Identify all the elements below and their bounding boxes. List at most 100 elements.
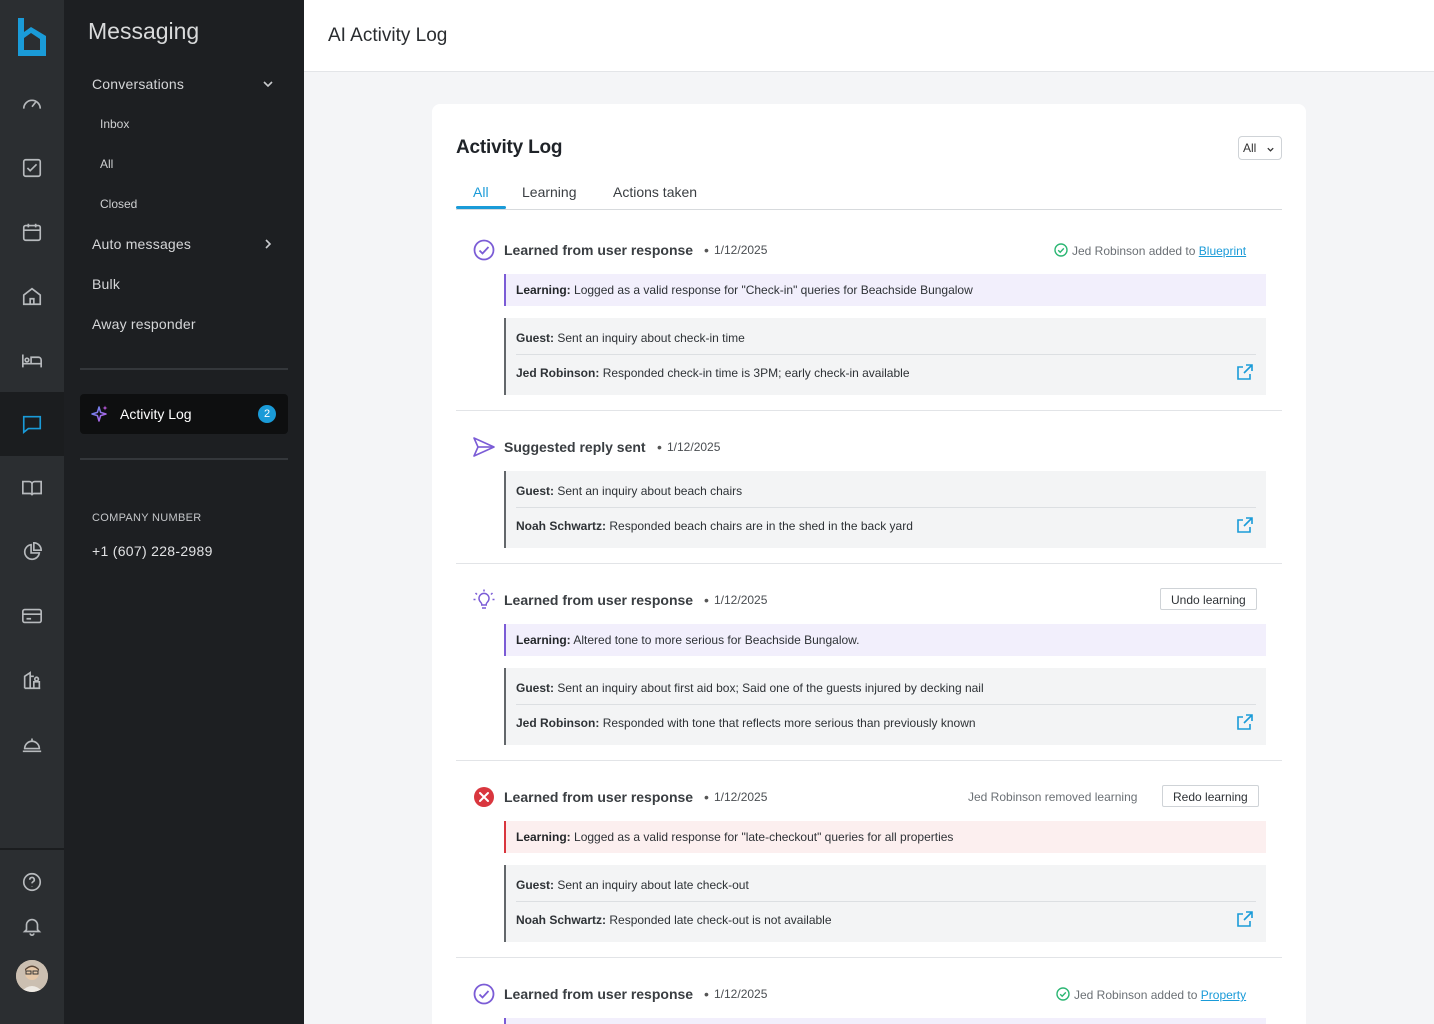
removed-learning-text: Jed Robinson removed learning	[968, 790, 1138, 804]
sidebar-divider	[80, 458, 288, 460]
external-link-icon[interactable]	[1236, 713, 1254, 731]
home-icon[interactable]	[0, 264, 64, 328]
filter-select[interactable]: All	[1238, 136, 1282, 160]
active-tab-indicator	[456, 206, 506, 209]
company-number-label: COMPANY NUMBER	[92, 512, 202, 524]
learning-label: Learning:	[516, 283, 571, 297]
brand-logo[interactable]	[14, 16, 48, 58]
activity-log-card: Activity Log All All Learning Actions ta…	[432, 104, 1306, 1024]
activity-count-badge: 2	[258, 405, 276, 423]
redo-learning-button[interactable]: Redo learning	[1162, 785, 1259, 807]
calendar-icon[interactable]	[0, 200, 64, 264]
entry-separator-dot: •	[657, 439, 662, 455]
entry-separator-dot: •	[704, 789, 709, 805]
conversation-summary: Guest: Sent an inquiry about first aid b…	[504, 668, 1266, 745]
entry-date: 1/12/2025	[667, 440, 721, 454]
conversation-divider	[516, 507, 1256, 508]
chevron-down-icon[interactable]	[262, 78, 274, 90]
property-link[interactable]: Property	[1201, 988, 1246, 1002]
learning-text: Logged as a valid response for "late-che…	[574, 830, 954, 844]
nav-away-responder[interactable]: Away responder	[92, 316, 196, 332]
messaging-icon[interactable]	[0, 392, 64, 456]
meta-text: Jed Robinson added to	[1074, 988, 1198, 1002]
entry-divider	[456, 563, 1282, 564]
page-title: AI Activity Log	[328, 25, 448, 46]
entry-title: Learned from user response	[504, 986, 694, 1002]
concierge-icon[interactable]	[0, 712, 64, 776]
learning-text: Altered tone to more serious for Beachsi…	[573, 633, 860, 647]
guest-line: Guest: Sent an inquiry about late check-…	[516, 878, 749, 892]
tasks-icon[interactable]	[0, 136, 64, 200]
entry-date: 1/12/2025	[714, 243, 768, 257]
entry-divider	[456, 760, 1282, 761]
sidebar-title: Messaging	[88, 18, 200, 44]
entry-separator-dot: •	[704, 986, 709, 1002]
external-link-icon[interactable]	[1236, 363, 1254, 381]
entry-date: 1/12/2025	[714, 593, 768, 607]
dashboard-icon[interactable]	[0, 72, 64, 136]
entry-date: 1/12/2025	[714, 987, 768, 1001]
check-circle-icon	[1056, 987, 1070, 1001]
nav-auto-messages[interactable]: Auto messages	[92, 236, 191, 252]
entry-title: Suggested reply sent	[504, 439, 646, 455]
bed-icon[interactable]	[0, 328, 64, 392]
card-title: Activity Log	[456, 137, 563, 158]
host-line: Jed Robinson: Responded with tone that r…	[516, 716, 976, 730]
owners-icon[interactable]	[0, 648, 64, 712]
chevron-right-icon[interactable]	[262, 238, 274, 250]
nav-closed[interactable]: Closed	[100, 197, 137, 211]
meta-text: Jed Robinson added to	[1072, 244, 1196, 258]
conversation-divider	[516, 704, 1256, 705]
sidebar-divider	[80, 368, 288, 370]
icon-rail	[0, 0, 64, 1024]
blueprint-link[interactable]: Blueprint	[1199, 244, 1246, 258]
reports-icon[interactable]	[0, 520, 64, 584]
nav-inbox[interactable]: Inbox	[100, 117, 129, 131]
learning-note	[504, 1018, 1266, 1024]
notifications-icon[interactable]	[0, 894, 64, 958]
guidebook-icon[interactable]	[0, 456, 64, 520]
entry-title: Learned from user response	[504, 592, 694, 608]
learning-note: Learning: Logged as a valid response for…	[504, 821, 1266, 853]
nav-all[interactable]: All	[100, 157, 113, 171]
error-circle-icon	[474, 787, 494, 807]
billing-icon[interactable]	[0, 584, 64, 648]
host-line: Noah Schwartz: Responded late check-out …	[516, 913, 832, 927]
conversation-divider	[516, 901, 1256, 902]
conversation-summary: Guest: Sent an inquiry about late check-…	[504, 865, 1266, 942]
sparkle-icon	[91, 405, 108, 422]
messaging-sidebar: Messaging Conversations Inbox All Closed…	[64, 0, 304, 1024]
avatar[interactable]	[16, 960, 48, 992]
conversation-summary: Guest: Sent an inquiry about check-in ti…	[504, 318, 1266, 395]
learning-label: Learning:	[516, 830, 571, 844]
entry-meta: Jed Robinson added to Property	[1056, 987, 1246, 1002]
nav-bulk[interactable]: Bulk	[92, 276, 120, 292]
nav-activity-log[interactable]: Activity Log 2	[80, 394, 288, 434]
conversation-divider	[516, 354, 1256, 355]
page-header: AI Activity Log	[304, 0, 1434, 72]
entry-divider	[456, 957, 1282, 958]
check-circle-icon	[473, 983, 495, 1005]
entry-meta: Jed Robinson added to Blueprint	[1054, 243, 1246, 258]
tab-learning[interactable]: Learning	[522, 184, 577, 200]
learning-label: Learning:	[516, 633, 571, 647]
tab-actions-taken[interactable]: Actions taken	[613, 184, 697, 200]
learning-note: Learning: Logged as a valid response for…	[504, 274, 1266, 306]
host-line: Noah Schwartz: Responded beach chairs ar…	[516, 519, 913, 533]
tab-bar: All Learning Actions taken	[456, 176, 1282, 210]
chevron-down-icon	[1267, 147, 1274, 152]
external-link-icon[interactable]	[1236, 516, 1254, 534]
external-link-icon[interactable]	[1236, 910, 1254, 928]
tab-all[interactable]: All	[473, 184, 489, 200]
guest-line: Guest: Sent an inquiry about beach chair…	[516, 484, 743, 498]
guest-line: Guest: Sent an inquiry about check-in ti…	[516, 331, 745, 345]
entry-title: Learned from user response	[504, 242, 694, 258]
host-line: Jed Robinson: Responded check-in time is…	[516, 366, 910, 380]
learning-text: Logged as a valid response for "Check-in…	[574, 283, 973, 297]
entry-separator-dot: •	[704, 242, 709, 258]
lightbulb-icon	[473, 589, 495, 609]
entry-divider	[456, 410, 1282, 411]
undo-learning-button[interactable]: Undo learning	[1160, 588, 1257, 610]
learning-note: Learning: Altered tone to more serious f…	[504, 624, 1266, 656]
nav-conversations[interactable]: Conversations	[92, 76, 184, 92]
